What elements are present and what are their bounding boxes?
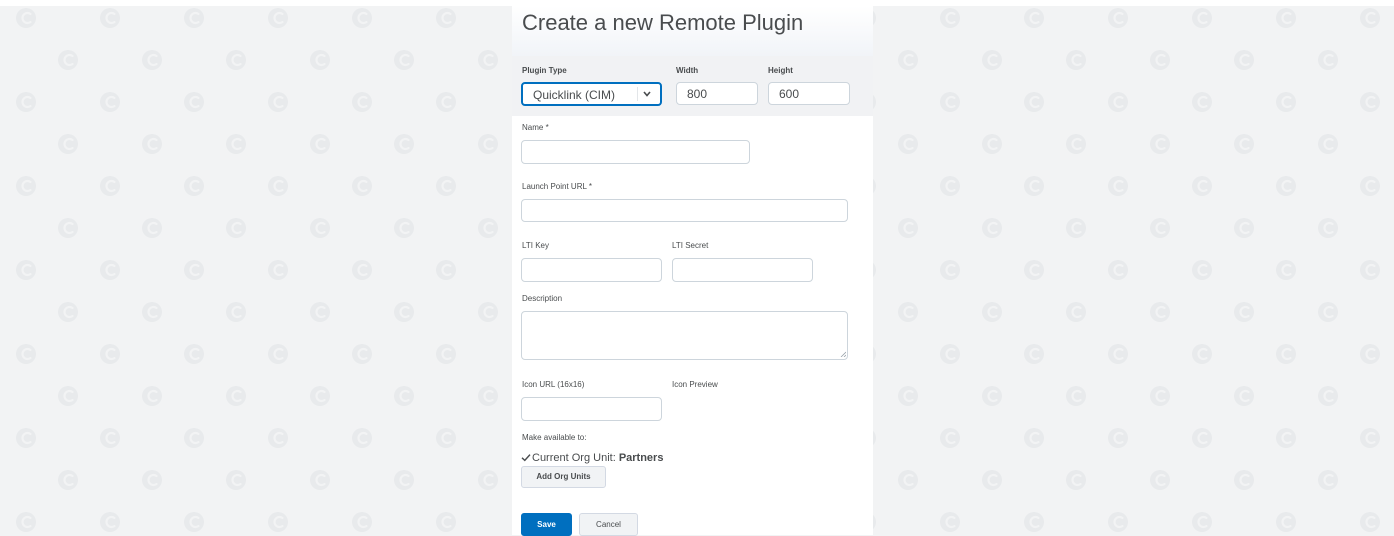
- remote-plugin-form: Create a new Remote Plugin Plugin Type W…: [512, 6, 873, 536]
- icon-url-input[interactable]: [521, 397, 662, 421]
- height-label: Height: [768, 66, 793, 75]
- save-button[interactable]: Save: [521, 513, 572, 536]
- lti-key-label: LTI Key: [522, 241, 549, 250]
- width-label: Width: [676, 66, 699, 75]
- form-header: Create a new Remote Plugin: [512, 6, 873, 56]
- launch-url-input[interactable]: [521, 199, 848, 222]
- name-label: Name *: [522, 123, 549, 132]
- name-input[interactable]: [521, 140, 750, 164]
- chevron-down-icon: [637, 87, 656, 101]
- description-textarea[interactable]: [521, 311, 848, 360]
- lti-secret-input[interactable]: [672, 258, 813, 282]
- width-input[interactable]: [676, 82, 758, 105]
- description-label: Description: [522, 294, 563, 303]
- launch-url-label: Launch Point URL *: [522, 182, 592, 191]
- icon-preview-label: Icon Preview: [672, 380, 718, 389]
- resize-grip-icon[interactable]: [840, 351, 846, 357]
- height-input[interactable]: [768, 82, 850, 105]
- page-title: Create a new Remote Plugin: [522, 10, 804, 35]
- checkbox-label: Current Org Unit:: [532, 452, 616, 464]
- lti-key-input[interactable]: [521, 258, 662, 282]
- availability-label: Make available to:: [522, 433, 587, 442]
- add-org-units-button[interactable]: Add Org Units: [521, 466, 606, 488]
- cancel-button[interactable]: Cancel: [579, 513, 638, 536]
- checkmark-icon: [521, 453, 532, 465]
- plugin-type-label: Plugin Type: [522, 66, 567, 75]
- org-unit-name: Partners: [618, 452, 664, 464]
- current-org-unit-checkbox[interactable]: Current Org Unit: Partners: [521, 452, 663, 465]
- plugin-type-value: Quicklink (CIM): [533, 88, 616, 102]
- icon-url-label: Icon URL (16x16): [522, 380, 585, 389]
- plugin-type-select[interactable]: Quicklink (CIM): [521, 82, 662, 106]
- lti-secret-label: LTI Secret: [672, 241, 709, 250]
